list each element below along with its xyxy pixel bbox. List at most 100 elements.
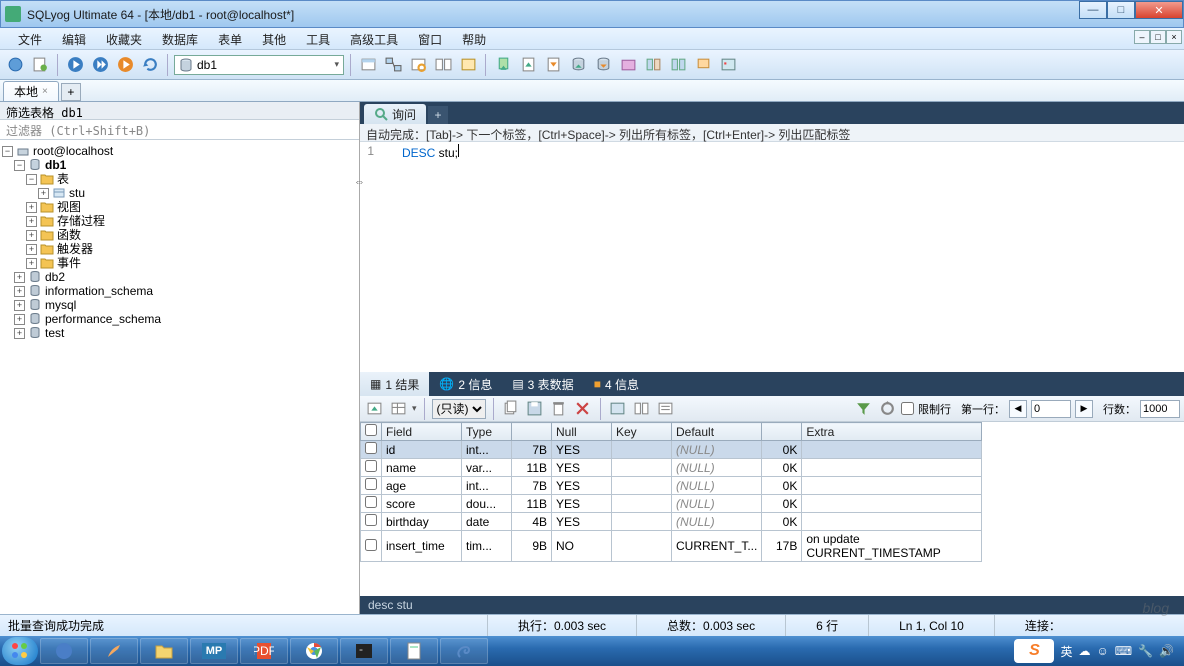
close-tab-icon[interactable]: × <box>42 86 48 97</box>
filter-input[interactable]: 过滤器 (Ctrl+Shift+B) <box>0 120 359 140</box>
result-grid[interactable]: FieldTypeNullKeyDefaultExtra idint...7BY… <box>360 422 982 562</box>
compare-icon[interactable] <box>667 54 689 76</box>
refresh-icon[interactable] <box>139 54 161 76</box>
maximize-button[interactable]: □ <box>1107 1 1135 19</box>
tree-views[interactable]: 视图 <box>57 200 81 214</box>
sync-icon[interactable] <box>642 54 664 76</box>
first-row-button[interactable]: ◀ <box>1009 400 1027 418</box>
collapse-icon[interactable]: − <box>14 160 25 171</box>
taskbar-item[interactable]: - <box>340 638 388 664</box>
tree-tables[interactable]: 表 <box>57 172 69 186</box>
tree-root[interactable]: root@localhost <box>33 144 113 158</box>
cloud-icon[interactable]: ☁ <box>1079 644 1091 658</box>
taskbar[interactable]: MP PDF - S 英 ☁ ☺ ⌨ 🔧 🔊 <box>0 636 1184 666</box>
system-tray[interactable]: S 英 ☁ ☺ ⌨ 🔧 🔊 <box>1014 639 1182 663</box>
volume-icon[interactable]: 🔊 <box>1159 644 1174 658</box>
format-icon[interactable] <box>457 54 479 76</box>
menu-favorites[interactable]: 收藏夹 <box>96 28 152 49</box>
table-row[interactable]: scoredou...11BYES (NULL)0K <box>361 495 982 513</box>
export-result-icon[interactable] <box>364 399 384 419</box>
resize-handle-icon[interactable]: ⇔ <box>354 176 365 188</box>
row-checkbox[interactable] <box>365 514 377 526</box>
export-csv-icon[interactable] <box>517 54 539 76</box>
expand-icon[interactable]: + <box>38 188 49 199</box>
result-tab-results[interactable]: ▦1 结果 <box>360 372 429 397</box>
keyboard-icon[interactable]: ⌨ <box>1115 644 1132 658</box>
add-query-tab-button[interactable]: + <box>428 106 448 124</box>
taskbar-item[interactable]: PDF <box>240 638 288 664</box>
row-checkbox[interactable] <box>365 496 377 508</box>
scheduled-icon[interactable] <box>717 54 739 76</box>
column-header[interactable]: Type <box>462 423 512 441</box>
row-checkbox[interactable] <box>365 442 377 454</box>
column-header[interactable]: Default <box>672 423 762 441</box>
taskbar-item[interactable]: MP <box>190 638 238 664</box>
menu-powertools[interactable]: 高级工具 <box>340 28 408 49</box>
connection-tab[interactable]: 本地 × <box>3 81 59 101</box>
data-search-icon[interactable] <box>407 54 429 76</box>
result-tab-tabledata[interactable]: ▤3 表数据 <box>502 372 583 397</box>
column-header[interactable] <box>512 423 552 441</box>
first-row-input[interactable] <box>1031 400 1071 418</box>
tree-mysql[interactable]: mysql <box>45 298 76 312</box>
grid-mode-icon[interactable] <box>608 399 628 419</box>
menu-file[interactable]: 文件 <box>8 28 52 49</box>
filter-icon[interactable] <box>853 399 873 419</box>
expand-icon[interactable]: + <box>26 230 37 241</box>
execute-all-icon[interactable] <box>89 54 111 76</box>
job-icon[interactable] <box>617 54 639 76</box>
column-header[interactable]: Null <box>552 423 612 441</box>
tree-db2[interactable]: db2 <box>45 270 65 284</box>
column-header[interactable]: Key <box>612 423 672 441</box>
object-tree[interactable]: −root@localhost −db1 −表 +stu +视图 +存储过程 +… <box>0 140 359 614</box>
expand-icon[interactable]: + <box>14 328 25 339</box>
copy-row-icon[interactable] <box>501 399 521 419</box>
column-header[interactable] <box>762 423 802 441</box>
rows-input[interactable] <box>1140 400 1180 418</box>
save-icon[interactable] <box>525 399 545 419</box>
table-row[interactable]: idint...7BYES (NULL)0K <box>361 441 982 459</box>
mdi-minimize[interactable]: – <box>1134 30 1150 44</box>
tables-icon[interactable] <box>432 54 454 76</box>
grid-view-icon[interactable] <box>388 399 408 419</box>
row-checkbox[interactable] <box>365 460 377 472</box>
collapse-icon[interactable]: − <box>2 146 13 157</box>
expand-icon[interactable]: + <box>26 244 37 255</box>
editor-code[interactable]: DESC stu; <box>378 142 463 372</box>
readonly-mode-select[interactable]: (只读) <box>432 399 486 419</box>
tree-infoschema[interactable]: information_schema <box>45 284 153 298</box>
taskbar-item[interactable] <box>390 638 438 664</box>
menu-window[interactable]: 窗口 <box>408 28 452 49</box>
minimize-button[interactable]: — <box>1079 1 1107 19</box>
tree-test[interactable]: test <box>45 326 64 340</box>
tree-perfschema[interactable]: performance_schema <box>45 312 161 326</box>
taskbar-item[interactable] <box>40 638 88 664</box>
execute-explain-icon[interactable] <box>114 54 136 76</box>
result-tab-messages[interactable]: 🌐2 信息 <box>429 372 502 397</box>
expand-icon[interactable]: + <box>14 286 25 297</box>
tree-triggers[interactable]: 触发器 <box>57 242 93 256</box>
row-checkbox[interactable] <box>365 478 377 490</box>
menu-database[interactable]: 数据库 <box>152 28 208 49</box>
new-connection-icon[interactable] <box>4 54 26 76</box>
refresh-grid-icon[interactable] <box>877 399 897 419</box>
smiley-icon[interactable]: ☺ <box>1097 644 1109 658</box>
start-button[interactable] <box>2 637 38 665</box>
table-row[interactable]: namevar...11BYES (NULL)0K <box>361 459 982 477</box>
query-tab[interactable]: 询问 <box>364 104 426 124</box>
checkbox-header[interactable] <box>361 423 382 441</box>
menu-help[interactable]: 帮助 <box>452 28 496 49</box>
mdi-maximize[interactable]: □ <box>1150 30 1166 44</box>
sogou-ime-icon[interactable]: S <box>1014 639 1054 663</box>
menu-table[interactable]: 表单 <box>208 28 252 49</box>
tree-db1[interactable]: db1 <box>45 158 66 172</box>
column-header[interactable]: Extra <box>802 423 982 441</box>
collapse-icon[interactable]: − <box>26 174 37 185</box>
delete-row-icon[interactable] <box>549 399 569 419</box>
expand-icon[interactable]: + <box>14 314 25 325</box>
database-selector[interactable]: db1 ▾ <box>174 55 344 75</box>
taskbar-item[interactable] <box>290 638 338 664</box>
taskbar-item[interactable] <box>440 638 488 664</box>
taskbar-item[interactable] <box>90 638 138 664</box>
table-row[interactable]: birthdaydate4BYES (NULL)0K <box>361 513 982 531</box>
